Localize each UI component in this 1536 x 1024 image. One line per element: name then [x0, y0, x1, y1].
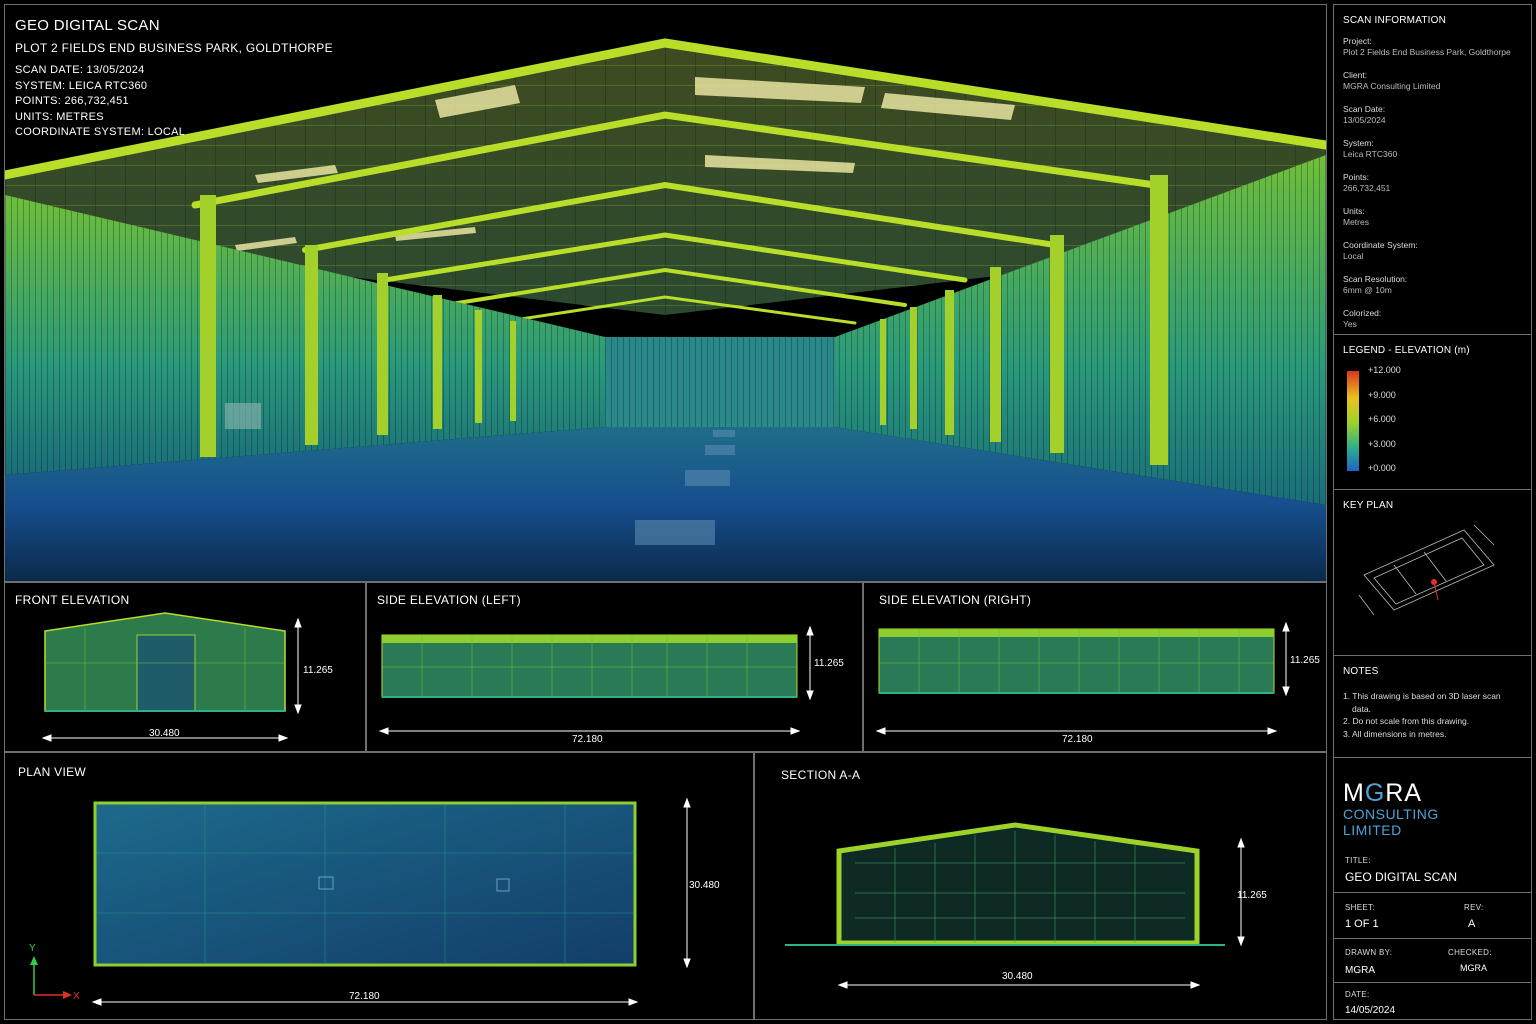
- sheet-label: SHEET:: [1345, 903, 1375, 912]
- side-right-width-dim: 72.180: [1062, 734, 1093, 745]
- scan-info-title: SCAN INFORMATION: [1343, 15, 1447, 26]
- info-value: 13/05/2024: [1343, 115, 1386, 125]
- info-label: Coordinate System:: [1343, 240, 1418, 250]
- legend-title: LEGEND - ELEVATION (m): [1343, 345, 1470, 356]
- checked-value: MGRA: [1460, 963, 1487, 973]
- header-line: COORDINATE SYSTEM: LOCAL: [15, 126, 186, 138]
- header-subtitle: PLOT 2 FIELDS END BUSINESS PARK, GOLDTHO…: [15, 41, 333, 55]
- info-label: Project:: [1343, 36, 1372, 46]
- info-value: Plot 2 Fields End Business Park, Goldtho…: [1343, 47, 1511, 57]
- section-aa-drawing: 11.265 30.480: [785, 822, 1267, 989]
- plan-width-dim: 72.180: [349, 991, 380, 1002]
- plan-view-panel: PLAN VIEW 30.480 72.180 Y X: [4, 752, 754, 1020]
- front-elevation-panel: FRONT ELEVATION 11.265 30.480: [4, 582, 366, 752]
- notes-title: NOTES: [1343, 666, 1379, 677]
- info-value: 266,732,451: [1343, 183, 1391, 193]
- header-line: POINTS: 266,732,451: [15, 95, 129, 107]
- logo-consulting: CONSULTING: [1343, 806, 1439, 822]
- side-right-height-dim: 11.265: [1290, 655, 1320, 666]
- info-item: Project: Plot 2 Fields End Business Park,…: [1343, 36, 1528, 58]
- info-item: Client: MGRA Consulting Limited: [1343, 70, 1528, 92]
- side-elevation-right-panel: SIDE ELEVATION (RIGHT) 11.265 72.180: [863, 582, 1327, 752]
- info-value: Local: [1343, 251, 1364, 261]
- legend-label: +0.000: [1368, 463, 1396, 473]
- info-sidebar: SCAN INFORMATION Project: Plot 2 Fields E…: [1333, 4, 1532, 1020]
- info-item: System: Leica RTC360: [1343, 138, 1528, 160]
- section-width-dim: 30.480: [1002, 971, 1033, 982]
- legend-label: +9.000: [1368, 390, 1396, 400]
- side-left-width-dim: 72.180: [572, 734, 603, 745]
- front-height-dim: 11.265: [303, 665, 333, 676]
- key-plan-drawing: [1358, 524, 1495, 616]
- plan-height-dim: 30.480: [689, 880, 720, 891]
- elevation-color-bar: [1347, 371, 1359, 471]
- sheet-value: 1 OF 1: [1345, 918, 1379, 930]
- info-item: Points: 266,732,451: [1343, 172, 1528, 194]
- info-label: System:: [1343, 138, 1374, 148]
- scan-info-section: SCAN INFORMATION Project: Plot 2 Fields E…: [1334, 5, 1531, 335]
- axis-x-label: X: [73, 991, 80, 1002]
- info-item: Colorized: Yes: [1343, 308, 1528, 330]
- info-value: Metres: [1343, 217, 1369, 227]
- logo-limited: LIMITED: [1343, 822, 1402, 838]
- logo-ra: RA: [1385, 779, 1423, 807]
- side-right-drawing: 11.265 72.180: [875, 621, 1320, 745]
- logo-m: M: [1343, 779, 1365, 807]
- notes-list: 1. This drawing is based on 3D laser sca…: [1343, 690, 1518, 740]
- note-item: 3. All dimensions in metres.: [1343, 728, 1447, 739]
- note-item: 1. This drawing is based on 3D laser sca…: [1343, 691, 1501, 714]
- info-label: Client:: [1343, 70, 1368, 80]
- rev-value: A: [1468, 918, 1476, 930]
- drawn-by-label: DRAWN BY:: [1345, 948, 1393, 957]
- legend-label: +6.000: [1368, 414, 1396, 424]
- section-height-dim: 11.265: [1237, 890, 1267, 901]
- info-item: Scan Date: 13/05/2024: [1343, 104, 1528, 126]
- info-label: Scan Date:: [1343, 104, 1386, 114]
- drawn-by-value: MGRA: [1345, 965, 1375, 976]
- axis-y-label: Y: [29, 943, 36, 954]
- scan-header: GEO DIGITAL SCAN PLOT 2 FIELDS END BUSIN…: [15, 15, 333, 141]
- header-line: SYSTEM: LEICA RTC360: [15, 79, 148, 92]
- plan-view-drawing: 30.480 72.180 Y X: [29, 797, 720, 1006]
- info-item: Units: Metres: [1343, 206, 1528, 228]
- note-item: 2. Do not scale from this drawing.: [1343, 716, 1470, 726]
- front-elevation-drawing: 11.265 30.480: [41, 612, 333, 742]
- side-left-height-dim: 11.265: [814, 658, 844, 669]
- title-label: TITLE:: [1345, 856, 1371, 865]
- checked-label: CHECKED:: [1448, 948, 1492, 957]
- info-item: Scan Resolution: 6mm @ 10m: [1343, 274, 1528, 296]
- legend-label: +3.000: [1368, 439, 1396, 449]
- title-block: MGRA CONSULTING LIMITED TITLE: GEO DIGIT…: [1334, 758, 1531, 1019]
- info-label: Units:: [1343, 206, 1365, 216]
- header-line: UNITS: METRES: [15, 110, 104, 123]
- legend-label: +12.000: [1368, 365, 1401, 375]
- header-title: GEO DIGITAL SCAN: [15, 17, 160, 34]
- main-scan-view: GEO DIGITAL SCAN PLOT 2 FIELDS END BUSIN…: [4, 4, 1327, 582]
- side-left-drawing: 11.265 72.180: [378, 625, 844, 745]
- info-label: Points:: [1343, 172, 1369, 182]
- info-item: Coordinate System: Local: [1343, 240, 1528, 262]
- info-value: Leica RTC360: [1343, 149, 1398, 159]
- front-width-dim: 30.480: [149, 728, 180, 739]
- key-plan-section: KEY PLAN: [1334, 490, 1531, 656]
- notes-section: NOTES 1. This drawing is based on 3D las…: [1334, 656, 1531, 758]
- legend-section: LEGEND - ELEVATION (m) +12.000 +9.000 +6…: [1334, 335, 1531, 490]
- section-aa-panel: SECTION A-A 11.265 30.480: [754, 752, 1327, 1020]
- date-value: 14/05/2024: [1345, 1005, 1396, 1016]
- axis-indicator: Y X: [29, 943, 80, 1002]
- info-value: Yes: [1343, 319, 1357, 329]
- side-elevation-left-panel: SIDE ELEVATION (LEFT) 11.265 72.180: [366, 582, 863, 752]
- header-line: SCAN DATE: 13/05/2024: [15, 64, 145, 76]
- title-value: GEO DIGITAL SCAN: [1345, 870, 1458, 884]
- company-logo: MGRA CONSULTING LIMITED: [1343, 780, 1439, 838]
- logo-g: G: [1364, 779, 1386, 807]
- info-value: MGRA Consulting Limited: [1343, 81, 1441, 91]
- rev-label: REV:: [1464, 903, 1484, 912]
- info-label: Colorized:: [1343, 308, 1382, 318]
- date-label: DATE:: [1345, 990, 1370, 999]
- info-label: Scan Resolution:: [1343, 274, 1408, 284]
- info-value: 6mm @ 10m: [1343, 285, 1392, 295]
